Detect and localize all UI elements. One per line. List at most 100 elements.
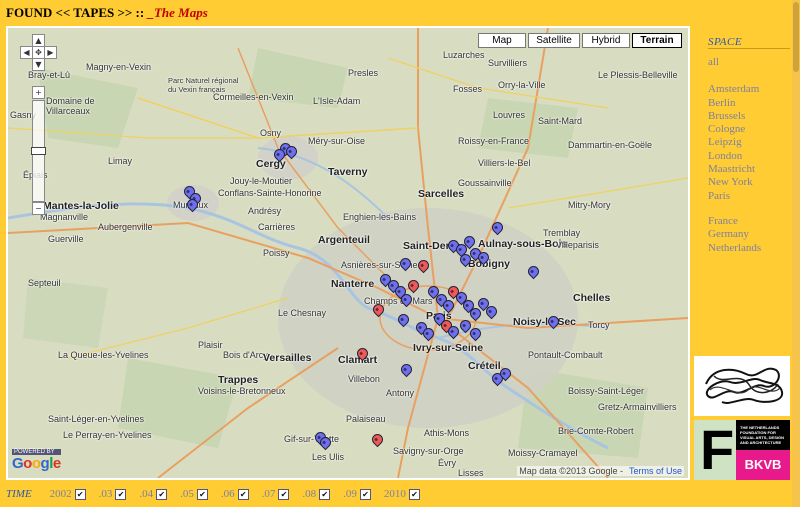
place-taverny: Taverny: [328, 166, 368, 178]
place-mitry: Mitry-Mory: [568, 200, 611, 210]
tape-tangle-image[interactable]: [694, 356, 790, 416]
page-scrollbar[interactable]: [792, 0, 800, 507]
space-all-link[interactable]: all: [708, 56, 790, 69]
year-2008-checkbox[interactable]: ✔: [319, 488, 331, 500]
space-divider: [708, 48, 790, 49]
city-london-link[interactable]: London: [708, 150, 790, 163]
year-2007-checkbox[interactable]: ✔: [278, 488, 290, 500]
city-leipzig-link[interactable]: Leipzig: [708, 136, 790, 149]
place-noisy: Noisy-le-Sec: [513, 316, 577, 328]
place-magny: Magny-en-Vexin: [86, 62, 152, 72]
place-torcy: Torcy: [588, 320, 610, 330]
map-type-control: Map Satellite Hybrid Terrain: [476, 33, 682, 48]
pan-right-icon[interactable]: ▶: [44, 46, 57, 59]
place-argenteuil: Argenteuil: [318, 234, 370, 246]
year-2009-checkbox[interactable]: ✔: [359, 488, 371, 500]
year-2002-label: 2002: [49, 488, 72, 500]
map-type-map[interactable]: Map: [478, 33, 526, 48]
place-athis: Athis-Mons: [424, 428, 470, 438]
time-filter: TIME 2002 ✔ .03 ✔ .04 ✔ .05 ✔ .06 ✔ .07 ✔ .08 ✔…: [6, 486, 433, 502]
zoom-out-icon[interactable]: −: [32, 202, 45, 215]
zoom-slider-thumb[interactable]: [31, 147, 46, 155]
place-luzarches: Luzarches: [443, 50, 485, 60]
bkvb-logo[interactable]: F THE NETHERLANDS FOUNDATION FOR VISUAL …: [694, 420, 790, 480]
space-filter: SPACE all Amsterdam Berlin Brussels Colo…: [708, 36, 790, 255]
city-paris-link[interactable]: Paris: [708, 190, 790, 203]
year-2006-label: .06: [220, 488, 235, 500]
place-aubergenville: Aubergenville: [98, 222, 153, 232]
place-villebon: Villebon: [348, 374, 380, 384]
city-newyork-link[interactable]: New York: [708, 176, 790, 189]
place-tremblay: Tremblay: [543, 228, 581, 238]
map-credit: Map data ©2013 Google - Terms of Use: [517, 466, 684, 476]
city-berlin-link[interactable]: Berlin: [708, 97, 790, 110]
city-amsterdam-link[interactable]: Amsterdam: [708, 83, 790, 96]
space-gap: [708, 203, 790, 215]
google-logo[interactable]: POWERED BY Google: [12, 449, 61, 472]
place-magnanville: Magnanville: [40, 212, 89, 222]
place-goussainville: Goussainville: [458, 178, 512, 188]
year-2008-label: .08: [302, 488, 317, 500]
place-brie: Brie-Comte-Robert: [558, 426, 634, 436]
scrollbar-thumb[interactable]: [793, 2, 799, 72]
place-aulnay: Aulnay-sous-Bois: [478, 238, 568, 250]
place-pontault: Pontault-Combault: [528, 350, 603, 360]
year-2002-checkbox[interactable]: ✔: [74, 488, 86, 500]
foundation-label-box: THE NETHERLANDS FOUNDATION FOR VISUAL AR…: [736, 420, 790, 450]
year-2010-label: 2010: [383, 488, 406, 500]
year-2005-label: .05: [180, 488, 194, 500]
year-2004-checkbox[interactable]: ✔: [156, 488, 168, 500]
place-enghien: Enghien-les-Bains: [343, 212, 417, 222]
year-2006-checkbox[interactable]: ✔: [237, 488, 249, 500]
bkvb-label: BKVB: [736, 450, 790, 480]
year-2005-checkbox[interactable]: ✔: [196, 488, 208, 500]
country-france-link[interactable]: France: [708, 215, 790, 228]
place-orry: Orry-la-Ville: [498, 80, 546, 90]
map-type-hybrid[interactable]: Hybrid: [582, 33, 630, 48]
city-brussels-link[interactable]: Brussels: [708, 110, 790, 123]
foundation-label: THE NETHERLANDS FOUNDATION FOR VISUAL AR…: [740, 425, 785, 445]
place-plessis: Le Plessis-Belleville: [598, 70, 678, 80]
place-savigny: Savigny-sur-Orge: [393, 446, 464, 456]
place-leger: Saint-Léger-en-Yvelines: [48, 414, 145, 424]
place-survilliers: Survilliers: [488, 58, 528, 68]
year-2007-label: .07: [261, 488, 276, 500]
place-bretonneux: Voisins-le-Bretonneux: [198, 386, 286, 396]
place-osny: Osny: [260, 128, 282, 138]
city-cologne-link[interactable]: Cologne: [708, 123, 790, 136]
map-type-satellite[interactable]: Satellite: [528, 33, 580, 48]
place-roissy: Roissy-en-France: [458, 136, 530, 146]
terms-of-use-link[interactable]: Terms of Use: [629, 466, 682, 476]
place-fosses: Fosses: [453, 84, 483, 94]
city-maastricht-link[interactable]: Maastricht: [708, 163, 790, 176]
place-presles: Presles: [348, 68, 379, 78]
time-label: TIME: [6, 488, 32, 500]
place-armainvilliers: Gretz-Armainvilliers: [598, 402, 677, 412]
site-title[interactable]: FOUND << TAPES >> ::: [6, 5, 144, 20]
year-2003-label: .03: [98, 488, 113, 500]
place-evry: Évry: [438, 458, 456, 468]
place-trappes: Trappes: [218, 374, 259, 386]
place-cormeilles: Cormeilles-en-Vexin: [213, 92, 294, 102]
pan-down-icon[interactable]: ▼: [32, 58, 45, 71]
place-versailles: Versailles: [263, 352, 312, 364]
map-view[interactable]: Magny-en-Vexin Bray-et-Lû Parc Naturel r…: [6, 26, 690, 480]
place-conflans: Conflans-Sainte-Honorine: [218, 188, 322, 198]
logo-letter-f: F: [700, 418, 735, 481]
country-germany-link[interactable]: Germany: [708, 228, 790, 241]
place-mery: Méry-sur-Oise: [308, 136, 366, 146]
country-netherlands-link[interactable]: Netherlands: [708, 242, 790, 255]
page-subtitle: _The Maps: [147, 5, 208, 20]
zoom-slider[interactable]: [31, 100, 46, 202]
place-lisses: Lisses: [458, 468, 484, 478]
map-type-terrain[interactable]: Terrain: [632, 33, 682, 48]
place-dammartin: Dammartin-en-Goële: [568, 140, 653, 150]
year-2003-checkbox[interactable]: ✔: [115, 488, 127, 500]
place-domaine: Domaine de Villarceaux: [46, 96, 95, 116]
space-title: SPACE: [708, 36, 743, 48]
place-perray: Le Perray-en-Yvelines: [63, 430, 152, 440]
zoom-in-icon[interactable]: +: [32, 86, 45, 99]
place-jouy: Jouy-le-Moutier: [230, 176, 293, 186]
year-2010-checkbox[interactable]: ✔: [408, 488, 420, 500]
place-queue: La Queue-les-Yvelines: [58, 350, 149, 360]
